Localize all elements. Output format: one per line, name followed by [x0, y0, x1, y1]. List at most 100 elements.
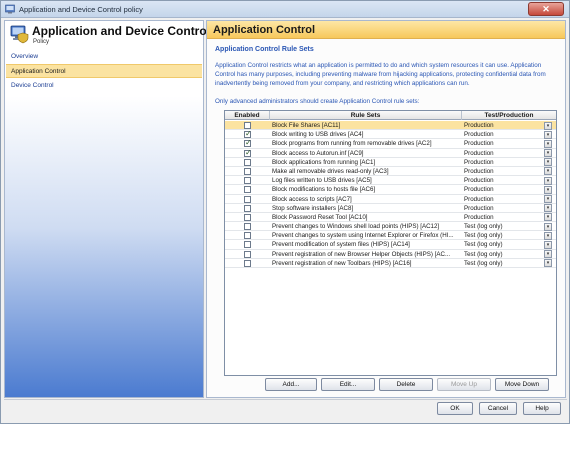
chevron-down-icon[interactable]: ▾ — [544, 222, 552, 231]
chevron-down-icon[interactable]: ▾ — [544, 195, 552, 203]
table-row[interactable]: Stop software installers [AC8] Production… — [225, 204, 556, 213]
enabled-checkbox[interactable] — [244, 186, 251, 194]
enabled-checkbox[interactable] — [244, 204, 251, 212]
enabled-checkbox[interactable] — [244, 259, 251, 267]
enabled-checkbox[interactable] — [244, 158, 251, 166]
table-row[interactable]: Block applications from running [AC1] Pro… — [225, 158, 556, 167]
chevron-down-icon[interactable]: ▾ — [544, 204, 552, 213]
mode-select-value[interactable]: Test (log only) — [464, 240, 540, 249]
mode-select-value[interactable]: Production — [464, 185, 540, 194]
mode-select-value[interactable]: Production — [464, 149, 540, 158]
mode-select-value[interactable]: Test (log only) — [464, 231, 540, 240]
chevron-down-icon[interactable]: ▾ — [544, 185, 552, 194]
mode-select-value[interactable]: Production — [464, 158, 540, 167]
edit-button[interactable]: Edit... — [321, 378, 375, 391]
column-header-test-production[interactable]: Test/Production — [462, 111, 556, 120]
table-row[interactable]: Log files written to USB drives [AC5] Pro… — [225, 176, 556, 186]
rule-set-name: Block File Shares [AC11] — [272, 122, 341, 129]
mode-select-value[interactable]: Production — [464, 213, 540, 222]
move-up-button[interactable]: Move Up — [437, 378, 491, 391]
chevron-down-icon[interactable]: ▾ — [544, 139, 552, 148]
sidebar-item-overview[interactable]: Overview — [6, 50, 202, 64]
rule-set-name: Prevent registration of new Toolbars (HI… — [272, 259, 412, 267]
enabled-checkbox[interactable]: ✓ — [244, 148, 252, 157]
chevron-down-icon[interactable]: ▾ — [544, 167, 552, 176]
main-panel: Application Control Application Control … — [206, 20, 566, 398]
chevron-down-icon[interactable]: ▾ — [544, 130, 552, 139]
description-text: Application Control restricts what an ap… — [215, 62, 546, 87]
rule-set-name: Block applications from running [AC1] — [272, 158, 376, 166]
table-row[interactable]: Make all removable drives read-only [AC3… — [225, 167, 556, 177]
mode-select-value[interactable]: Production — [464, 204, 540, 213]
table-row[interactable]: Block modifications to hosts file [AC6] P… — [225, 185, 556, 195]
enabled-checkbox[interactable] — [244, 232, 251, 240]
table-row[interactable]: Block access to scripts [AC7] Production ▾ — [225, 195, 556, 204]
sidebar-title: Application and Device Control — [32, 24, 211, 38]
enabled-checkbox[interactable] — [244, 122, 251, 129]
column-header-rule-sets[interactable]: Rule Sets — [270, 111, 462, 120]
mode-select-value[interactable]: Production — [464, 167, 540, 176]
mode-select-value[interactable]: Production — [464, 130, 540, 139]
sidebar-item-device-control[interactable]: Device Control — [6, 79, 202, 93]
title-bar[interactable]: Application and Device Control policy ✕ — [1, 1, 569, 18]
table-row[interactable]: Prevent changes to Windows shell load po… — [225, 222, 556, 232]
rule-set-name: Prevent changes to Windows shell load po… — [272, 223, 440, 231]
chevron-down-icon[interactable]: ▾ — [544, 231, 552, 240]
table-body: Block File Shares [AC11] Production ▾ ✓ Bloc… — [225, 121, 556, 268]
rule-sets-table: Enabled Rule Sets Test/Production Block … — [224, 110, 557, 376]
column-header-enabled[interactable]: Enabled — [225, 111, 270, 120]
cancel-button[interactable]: Cancel — [479, 402, 517, 415]
chevron-down-icon[interactable]: ▾ — [544, 259, 552, 268]
table-row[interactable]: ✓ Block access to Autorun.inf [AC9] Produc… — [225, 148, 556, 158]
mode-select-value[interactable]: Production — [464, 176, 540, 185]
sidebar-subtitle: Policy — [33, 39, 50, 45]
table-row[interactable]: Prevent registration of new Toolbars (HI… — [225, 259, 556, 268]
mode-select-value[interactable]: Test (log only) — [464, 222, 540, 231]
enabled-checkbox[interactable] — [244, 167, 251, 175]
chevron-down-icon[interactable]: ▾ — [544, 213, 552, 222]
enabled-checkbox[interactable]: ✓ — [244, 129, 252, 139]
check-icon: ✓ — [245, 138, 252, 148]
table-row[interactable]: Prevent modification of system files (HI… — [225, 240, 556, 250]
table-row[interactable]: Prevent registration of new Browser Help… — [225, 250, 556, 259]
mode-select-value[interactable]: Production — [464, 195, 540, 204]
rule-set-name: Prevent registration of new Browser Help… — [272, 250, 451, 258]
enabled-checkbox[interactable] — [244, 213, 251, 221]
table-row[interactable]: ✓ Block programs from running from remova… — [225, 138, 556, 149]
delete-button[interactable]: Delete — [379, 378, 433, 391]
rule-set-name: Log files written to USB drives [AC5] — [272, 177, 372, 185]
check-icon: ✓ — [245, 129, 252, 139]
table-row[interactable]: ✓ Block writing to USB drives [AC4] Produc… — [225, 129, 556, 140]
rule-set-name: Make all removable drives read-only [AC3… — [272, 167, 389, 175]
table-row[interactable]: Block File Shares [AC11] Production ▾ — [225, 121, 556, 131]
enabled-checkbox[interactable] — [244, 177, 251, 185]
add-button[interactable]: Add... — [265, 378, 317, 391]
chevron-down-icon[interactable]: ▾ — [544, 149, 552, 158]
chevron-down-icon[interactable]: ▾ — [544, 158, 552, 167]
sidebar-header: Application and Device Control Policy — [5, 21, 210, 47]
sidebar: Application and Device Control Policy Ov… — [4, 20, 210, 398]
table-row[interactable]: Prevent changes to system using Internet… — [225, 231, 556, 241]
mode-select-value[interactable]: Production — [464, 139, 540, 148]
enabled-checkbox[interactable] — [244, 250, 251, 258]
enabled-checkbox[interactable] — [244, 223, 251, 231]
rule-set-name: Block access to Autorun.inf [AC9] — [272, 149, 364, 157]
chevron-down-icon[interactable]: ▾ — [544, 121, 552, 130]
mode-select-value[interactable]: Test (log only) — [464, 250, 540, 259]
enabled-checkbox[interactable] — [244, 241, 251, 249]
close-button[interactable]: ✕ — [528, 2, 564, 16]
ok-button[interactable]: OK — [437, 402, 473, 415]
chevron-down-icon[interactable]: ▾ — [544, 240, 552, 249]
table-row[interactable]: Block Password Reset Tool [AC10] Producti… — [225, 213, 556, 223]
mode-select-value[interactable]: Test (log only) — [464, 259, 540, 268]
enabled-checkbox[interactable]: ✓ — [244, 138, 252, 148]
enabled-checkbox[interactable] — [244, 195, 251, 203]
chevron-down-icon[interactable]: ▾ — [544, 176, 552, 185]
help-button[interactable]: Help — [523, 402, 561, 415]
mode-select-value[interactable]: Production — [464, 121, 540, 130]
chevron-down-icon[interactable]: ▾ — [544, 250, 552, 259]
sidebar-item-application-control[interactable]: Application Control — [6, 64, 202, 78]
rule-set-name: Block programs from running from removab… — [272, 140, 432, 148]
move-down-button[interactable]: Move Down — [495, 378, 549, 391]
table-header: Enabled Rule Sets Test/Production — [225, 111, 556, 120]
